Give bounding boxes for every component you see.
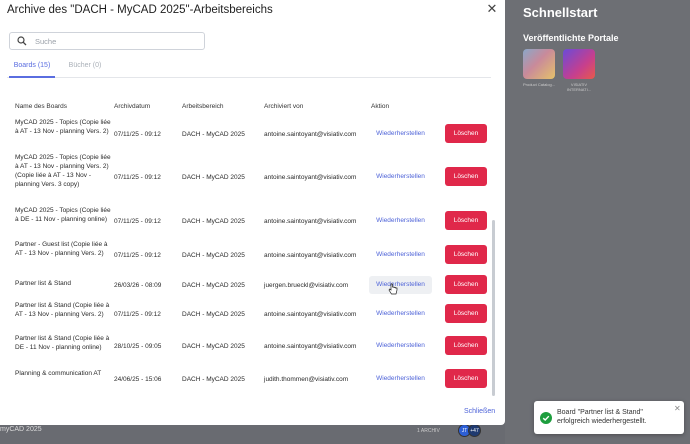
close-button[interactable]: Schließen (464, 408, 495, 415)
tab-buecher[interactable]: Bücher (0) (63, 62, 107, 78)
toast-message: Board "Partner list & Stand" erfolgreich… (557, 409, 647, 425)
delete-button[interactable]: Löschen (445, 369, 487, 388)
tab-boards[interactable]: Boards (15) (9, 62, 55, 78)
delete-button[interactable]: Löschen (445, 124, 487, 143)
delete-button[interactable]: Löschen (445, 211, 487, 230)
restore-button[interactable]: Wiederherstellen (369, 125, 432, 143)
column-header-workspace: Arbeitsbereich (182, 103, 224, 110)
portal-thumbnail[interactable] (563, 49, 595, 79)
workspace-name: DACH - MyCAD 2025 (182, 173, 245, 181)
archived-by: antoine.saintoyant@visiativ.com (264, 130, 357, 138)
archive-date: 26/03/26 - 08:09 (114, 281, 162, 289)
column-header-name: Name des Boards (15, 103, 68, 110)
close-icon[interactable]: ✕ (486, 2, 498, 15)
archive-count: 1 ARCHIV (417, 428, 440, 434)
quickstart-title: Schnellstart (523, 5, 598, 20)
search-box[interactable] (9, 32, 205, 50)
scrollbar[interactable] (492, 220, 495, 396)
workspace-name: DACH - MyCAD 2025 (182, 310, 245, 318)
avatar-more[interactable]: +47 (468, 424, 481, 437)
board-name: MyCAD 2025 - Topics (Copie liée à AT - 1… (15, 119, 111, 135)
archived-by: antoine.saintoyant@visiativ.com (264, 342, 357, 350)
restore-button[interactable]: Wiederherstellen (369, 275, 432, 294)
archive-date: 24/06/25 - 15:06 (114, 375, 162, 383)
delete-button[interactable]: Löschen (445, 336, 487, 355)
member-avatars[interactable]: JT +47 (458, 424, 481, 437)
workspace-name: DACH - MyCAD 2025 (182, 375, 245, 383)
board-name: MyCAD 2025 - Topics (Copie liée à DE - 1… (15, 207, 111, 223)
archived-by: antoine.saintoyant@visiativ.com (264, 217, 357, 225)
board-name: Partner list & Stand (Copie liée à DE - … (15, 335, 110, 351)
board-name: Planning & communication AT (15, 370, 102, 377)
board-name: MyCAD 2025 - Topics (Copie liée à AT - 1… (15, 154, 111, 188)
archive-date: 07/11/25 - 09:12 (114, 310, 161, 318)
workspace-name: DACH - MyCAD 2025 (182, 281, 245, 289)
tab-bar: Boards (15) Bücher (0) (7, 62, 491, 78)
workspace-label: myCAD 2025 (0, 426, 42, 433)
restore-button[interactable]: Wiederherstellen (369, 370, 432, 388)
check-circle-icon (540, 412, 552, 424)
delete-button[interactable]: Löschen (445, 245, 487, 264)
delete-button[interactable]: Löschen (445, 304, 487, 323)
board-name: Partner - Guest list (Copie liée à AT - … (15, 241, 108, 257)
restore-button[interactable]: Wiederherstellen (369, 212, 432, 230)
workspace-name: DACH - MyCAD 2025 (182, 342, 245, 350)
portals-title: Veröffentlichte Portale (523, 33, 619, 43)
archive-date: 07/11/25 - 09:12 (114, 130, 161, 138)
portal-label: VISIATIV INTERNATI... (566, 82, 592, 92)
archive-modal: Archive des "DACH - MyCAD 2025"-Arbeitsb… (0, 0, 505, 425)
delete-button[interactable]: Löschen (445, 275, 487, 294)
restore-button[interactable]: Wiederherstellen (369, 305, 432, 323)
archive-date: 07/11/25 - 09:12 (114, 251, 161, 259)
pointer-cursor-icon (388, 283, 398, 295)
restore-button[interactable]: Wiederherstellen (369, 246, 432, 264)
modal-title: Archive des "DACH - MyCAD 2025"-Arbeitsb… (7, 4, 273, 16)
board-name: Partner list & Stand (Copie liée à AT - … (15, 302, 110, 318)
search-input[interactable] (35, 36, 195, 46)
workspace-name: DACH - MyCAD 2025 (182, 251, 245, 259)
portal-label: Product Catalog... (522, 82, 556, 87)
archived-by: juergen.brueckl@visiativ.com (264, 281, 349, 289)
workspace-name: DACH - MyCAD 2025 (182, 130, 245, 138)
archived-by: judith.thommen@visiativ.com (264, 375, 349, 383)
restore-button[interactable]: Wiederherstellen (369, 168, 432, 186)
delete-button[interactable]: Löschen (445, 167, 487, 186)
close-icon[interactable]: ✕ (674, 404, 681, 413)
column-header-archived-by: Archiviert von (264, 103, 304, 110)
success-toast: Board "Partner list & Stand" erfolgreich… (534, 401, 684, 434)
archive-date: 07/11/25 - 09:12 (114, 173, 161, 181)
search-icon (17, 36, 27, 46)
archived-by: antoine.saintoyant@visiativ.com (264, 251, 357, 259)
archived-by: antoine.saintoyant@visiativ.com (264, 173, 357, 181)
column-header-action: Aktion (371, 103, 390, 110)
portal-thumbnail[interactable] (523, 49, 555, 79)
board-name: Partner list & Stand (15, 280, 71, 287)
archived-by: antoine.saintoyant@visiativ.com (264, 310, 357, 318)
workspace-name: DACH - MyCAD 2025 (182, 217, 245, 225)
restore-button[interactable]: Wiederherstellen (369, 337, 432, 355)
archive-date: 28/10/25 - 09:05 (114, 342, 162, 350)
archive-date: 07/11/25 - 09:12 (114, 217, 161, 225)
column-header-date: Archivdatum (114, 103, 151, 110)
